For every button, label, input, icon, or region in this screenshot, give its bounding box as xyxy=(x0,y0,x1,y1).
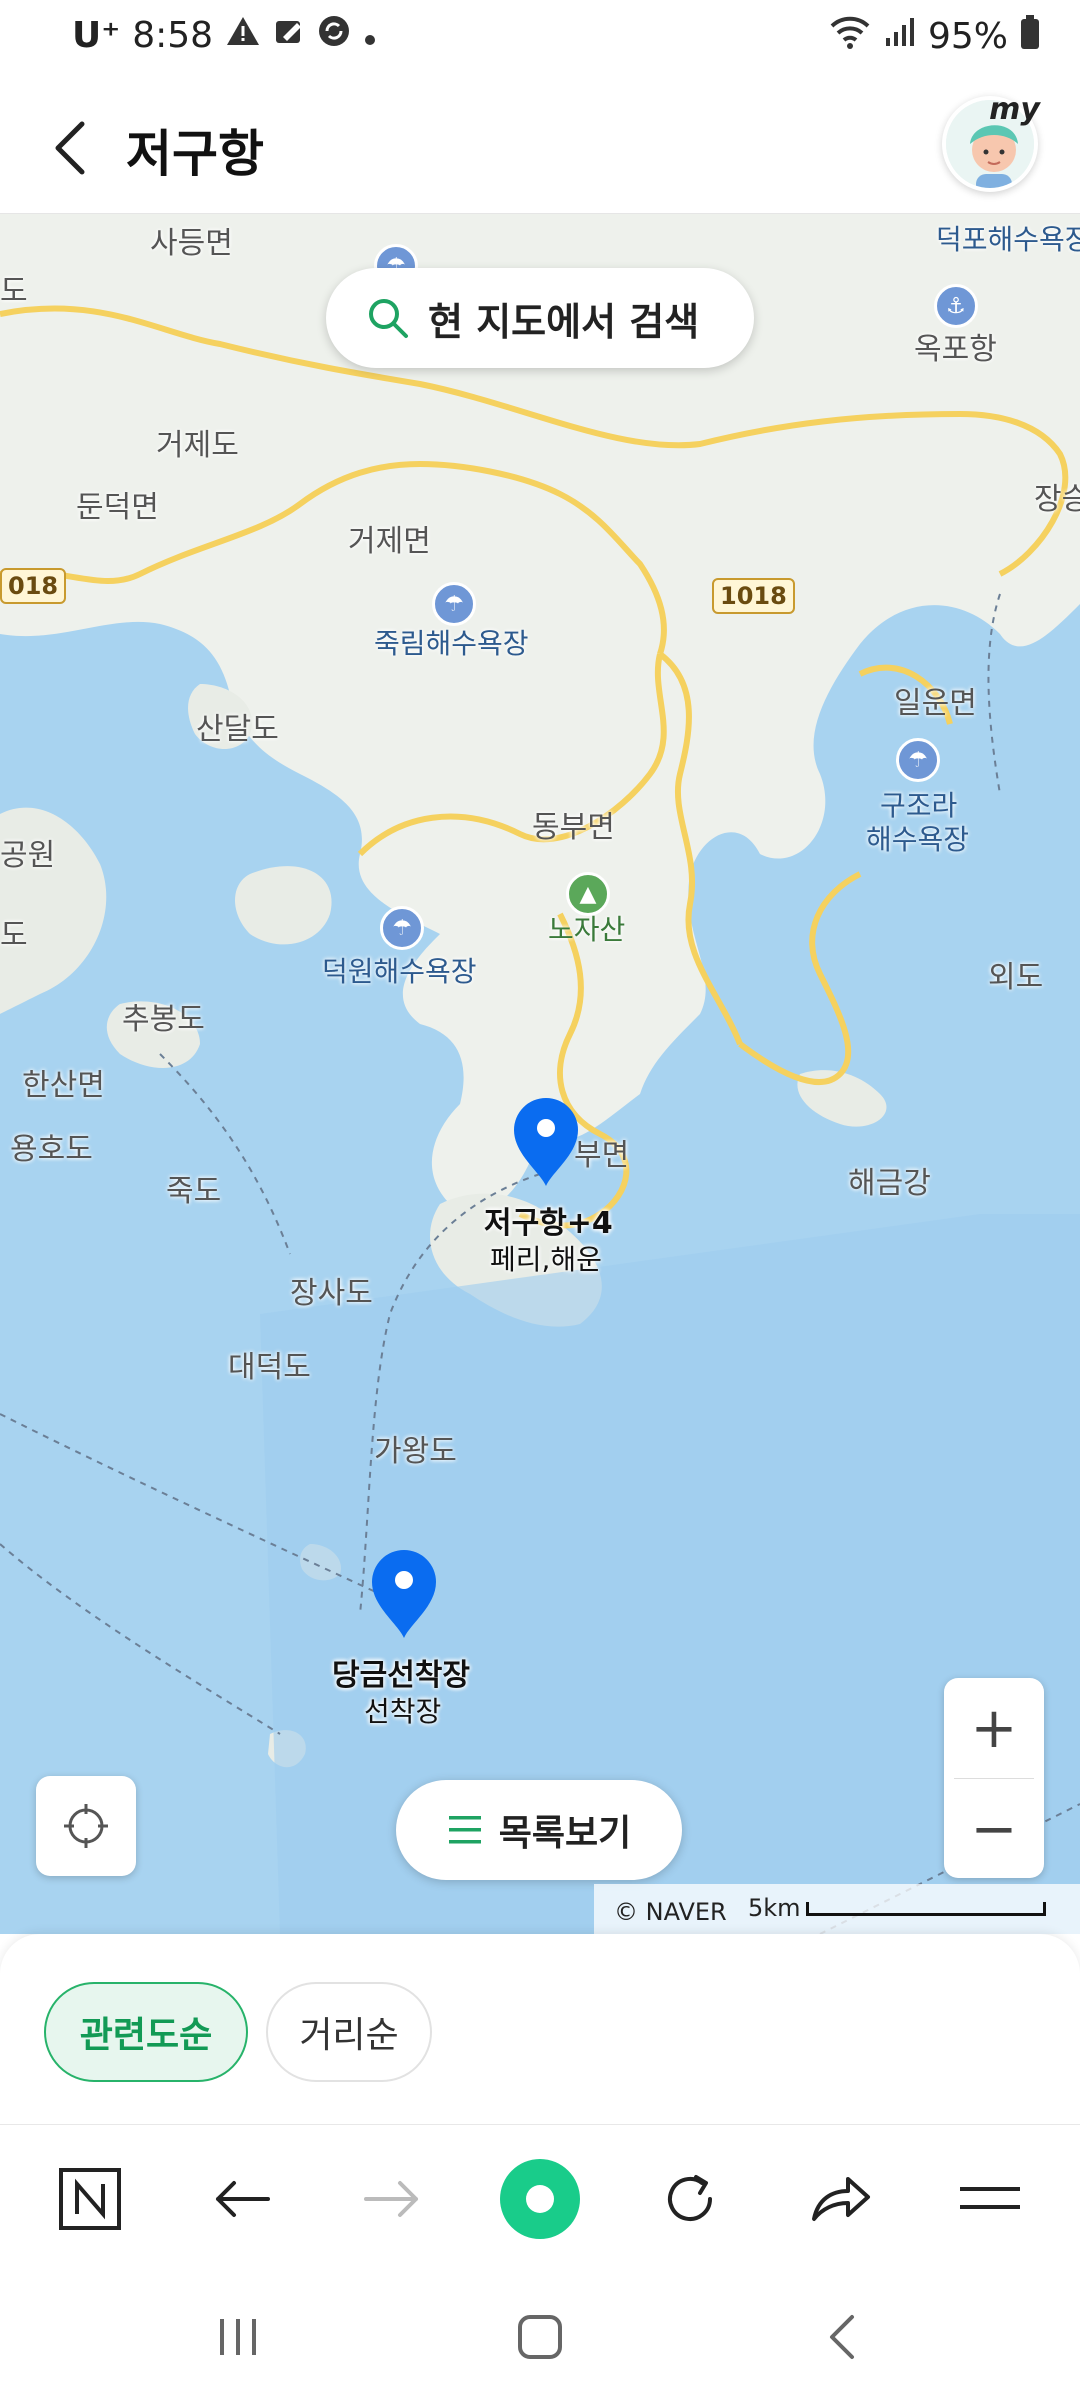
naver-n-icon xyxy=(59,2168,121,2230)
beach-icon[interactable]: ☂ xyxy=(896,738,940,782)
chevron-left-icon xyxy=(55,121,85,175)
map-label: 덕포해수욕장 xyxy=(936,223,1080,256)
system-nav-bar xyxy=(0,2270,1080,2400)
carrier-label: U⁺ xyxy=(72,15,121,56)
forward-nav-button[interactable] xyxy=(342,2149,442,2249)
map-label: 장사도 xyxy=(290,1276,373,1311)
location-pin-icon xyxy=(514,1098,578,1186)
map-label: 가왕도 xyxy=(374,1434,457,1469)
road-number-badge: 1018 xyxy=(712,578,795,614)
menu-icon xyxy=(960,2187,1020,2209)
map-label: 대덕도 xyxy=(228,1350,311,1385)
refresh-button[interactable] xyxy=(640,2149,740,2249)
map-label: 장승 xyxy=(1034,482,1080,517)
sort-chip-relevance[interactable]: 관련도순 xyxy=(44,1982,248,2082)
marker-subtitle: 페리,해운 xyxy=(490,1243,602,1276)
scale-distance: 5km xyxy=(748,1894,801,1922)
header: 저구항 my xyxy=(0,86,1080,214)
scale-line xyxy=(806,1902,1046,1916)
avatar-badge: my xyxy=(989,92,1040,127)
map-label: 도 xyxy=(0,918,28,953)
arrow-left-icon xyxy=(216,2181,270,2217)
current-location-button[interactable] xyxy=(36,1776,136,1876)
wifi-icon xyxy=(828,14,872,59)
map-view[interactable]: 사등면 덕포해수욕장 옥포항 거제도 둔덕면 거제면 죽림해수욕장 산달도 일운… xyxy=(0,214,1080,1934)
map-label: 외도 xyxy=(988,960,1044,995)
map-label: 옥포항 xyxy=(914,332,997,367)
location-pin-icon xyxy=(372,1550,436,1638)
home-button[interactable] xyxy=(480,2292,600,2382)
chevron-left-icon xyxy=(830,2315,854,2359)
zoom-out-button[interactable]: − xyxy=(944,1779,1044,1879)
zoom-controls: + − xyxy=(944,1678,1044,1878)
signal-icon xyxy=(884,16,916,57)
recent-apps-button[interactable] xyxy=(178,2292,298,2382)
sort-chip-distance[interactable]: 거리순 xyxy=(266,1982,432,2082)
refresh-icon xyxy=(668,2175,712,2221)
map-label: 해금강 xyxy=(848,1166,931,1201)
search-this-area-label: 현 지도에서 검색 xyxy=(428,299,700,344)
green-dot-icon xyxy=(500,2159,580,2239)
back-nav-button[interactable] xyxy=(192,2149,292,2249)
search-this-area-button[interactable]: 현 지도에서 검색 xyxy=(326,268,754,368)
map-label: 동부면 xyxy=(532,810,615,845)
list-icon xyxy=(448,1816,481,1844)
home-icon xyxy=(518,2315,562,2359)
page-title: 저구항 xyxy=(126,125,264,183)
map-marker[interactable] xyxy=(368,1548,440,1640)
results-sheet: 관련도순 거리순 xyxy=(0,1934,1080,2124)
map-label: 해수욕장 xyxy=(866,823,970,856)
green-dot-button[interactable] xyxy=(490,2149,590,2249)
marker-subtitle: 선착장 xyxy=(364,1695,442,1728)
map-label: 부면 xyxy=(574,1138,630,1173)
share-arrow-icon xyxy=(812,2177,870,2221)
map-copyright: © NAVER xyxy=(614,1898,727,1926)
map-label: 일운면 xyxy=(894,686,977,721)
map-label: 한산면 xyxy=(22,1068,105,1103)
map-label: 거제면 xyxy=(348,524,431,559)
system-back-button[interactable] xyxy=(782,2292,902,2382)
search-icon xyxy=(369,299,408,338)
port-icon[interactable]: ⚓ xyxy=(934,284,978,328)
map-canvas xyxy=(0,214,1080,1934)
map-label: 공원 xyxy=(0,838,56,873)
map-scale: © NAVER 5km xyxy=(594,1884,1080,1934)
mountain-icon[interactable]: ▲ xyxy=(566,872,610,916)
warning-icon xyxy=(225,15,261,56)
map-label: 용호도 xyxy=(10,1132,93,1167)
map-label: 도 xyxy=(0,274,28,309)
marker-title: 저구항+4 xyxy=(484,1206,613,1241)
naver-home-button[interactable] xyxy=(40,2149,140,2249)
status-bar: U⁺ 8:58 95% xyxy=(0,0,1080,86)
marker-title: 당금선착장 xyxy=(332,1658,470,1693)
sync-icon xyxy=(317,14,351,57)
crosshair-icon xyxy=(64,1804,108,1848)
zoom-in-button[interactable]: + xyxy=(944,1678,1044,1778)
battery-level: 95% xyxy=(927,16,1008,57)
menu-button[interactable] xyxy=(940,2149,1040,2249)
battery-icon xyxy=(1020,15,1040,58)
edit-notification-icon xyxy=(273,15,305,56)
map-label: 산달도 xyxy=(196,712,279,747)
list-view-label: 목록보기 xyxy=(498,1813,632,1854)
clock: 8:58 xyxy=(132,15,214,56)
map-label: 덕원해수욕장 xyxy=(322,955,477,988)
recent-apps-icon xyxy=(220,2319,256,2355)
list-view-button[interactable]: 목록보기 xyxy=(396,1780,682,1880)
map-label: 거제도 xyxy=(156,428,239,463)
map-marker[interactable] xyxy=(510,1096,582,1188)
map-label: 죽도 xyxy=(166,1174,222,1209)
road-number-badge: 018 xyxy=(0,568,67,604)
arrow-right-icon xyxy=(364,2181,418,2217)
map-label: 추봉도 xyxy=(122,1002,205,1037)
map-label: 사등면 xyxy=(150,226,233,261)
beach-icon[interactable]: ☂ xyxy=(432,582,476,626)
browser-toolbar xyxy=(0,2124,1080,2270)
map-label: 둔덕면 xyxy=(76,490,159,525)
share-button[interactable] xyxy=(790,2149,890,2249)
dot-icon xyxy=(363,15,377,56)
map-label: 죽림해수욕장 xyxy=(374,627,529,660)
back-button[interactable] xyxy=(30,108,110,188)
beach-icon[interactable]: ☂ xyxy=(380,906,424,950)
